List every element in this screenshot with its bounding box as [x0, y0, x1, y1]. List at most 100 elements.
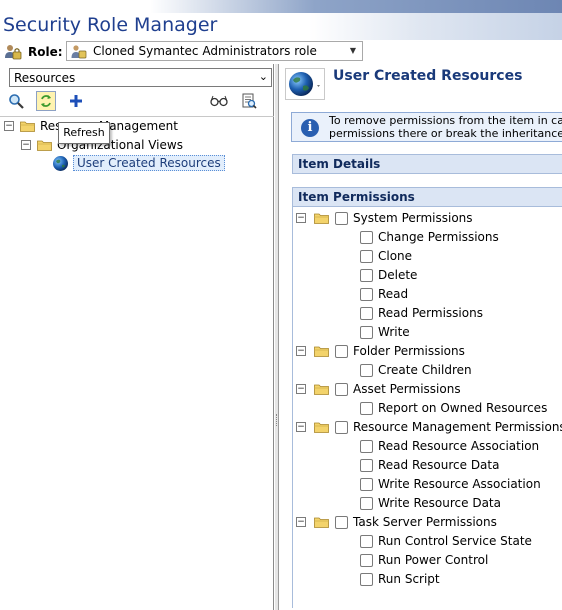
- app-title: Security Role Manager: [3, 14, 218, 36]
- globe-icon: [289, 72, 320, 96]
- permission-group-label: System Permissions: [353, 211, 473, 225]
- collapse-icon[interactable]: −: [296, 213, 306, 223]
- permission-item[interactable]: Change Permissions: [360, 228, 499, 246]
- permission-item[interactable]: Read: [360, 285, 408, 303]
- right-panel: User Created Resources i To remove permi…: [280, 64, 562, 610]
- folder-icon: [314, 384, 329, 395]
- permission-label: Report on Owned Resources: [378, 401, 548, 415]
- permission-group-checkbox[interactable]: [335, 420, 348, 434]
- info-icon: i: [301, 119, 319, 137]
- add-button[interactable]: [66, 91, 86, 111]
- permission-checkbox[interactable]: [360, 363, 373, 377]
- permission-group-checkbox[interactable]: [335, 515, 348, 529]
- chevron-down-icon[interactable]: ⌄: [259, 70, 268, 83]
- permission-group[interactable]: − Folder Permissions: [296, 342, 465, 360]
- tree-node-label: User Created Resources: [73, 155, 225, 171]
- permission-checkbox[interactable]: [360, 477, 373, 491]
- collapse-icon[interactable]: −: [4, 121, 14, 131]
- permission-label: Change Permissions: [378, 230, 499, 244]
- permission-group-checkbox[interactable]: [335, 382, 348, 396]
- page-title: User Created Resources: [333, 68, 523, 84]
- permission-checkbox[interactable]: [360, 439, 373, 453]
- permission-group-label: Folder Permissions: [353, 344, 465, 358]
- permission-group-checkbox[interactable]: [335, 344, 348, 358]
- permission-item[interactable]: Read Resource Data: [360, 456, 499, 474]
- tree-node-user-created-resources[interactable]: User Created Resources: [52, 154, 225, 172]
- permission-label: Create Children: [378, 363, 472, 377]
- item-permissions-header[interactable]: Item Permissions: [292, 187, 562, 207]
- chevron-down-icon[interactable]: ▼: [346, 44, 360, 58]
- permission-label: Run Script: [378, 572, 440, 586]
- role-users-icon: [71, 45, 87, 59]
- permission-checkbox[interactable]: [360, 572, 373, 586]
- collapse-icon[interactable]: −: [296, 384, 306, 394]
- users-icon: [5, 45, 22, 60]
- info-line-1: To remove permissions from the item in c…: [329, 114, 562, 127]
- permission-checkbox[interactable]: [360, 306, 373, 320]
- item-menu-button[interactable]: [285, 68, 325, 100]
- permission-label: Read Resource Data: [378, 458, 500, 472]
- info-text: To remove permissions from the item in c…: [329, 114, 562, 140]
- folder-icon: [314, 346, 329, 357]
- permission-item[interactable]: Clone: [360, 247, 412, 265]
- permission-group[interactable]: − Asset Permissions: [296, 380, 461, 398]
- left-panel: Resources ⌄ − Management − Organizationa…: [0, 64, 274, 610]
- role-select[interactable]: Cloned Symantec Administrators role ▼: [66, 41, 363, 61]
- splitter-grip[interactable]: [276, 414, 278, 426]
- refresh-icon: [41, 95, 51, 107]
- permission-label: Read Resource Association: [378, 439, 540, 453]
- permission-checkbox[interactable]: [360, 496, 373, 510]
- collapse-icon[interactable]: −: [296, 517, 306, 527]
- search-button[interactable]: [6, 91, 26, 111]
- permission-checkbox[interactable]: [360, 268, 373, 282]
- permission-label: Write Resource Association: [378, 477, 541, 491]
- permission-item[interactable]: Create Children: [360, 361, 472, 379]
- resource-type-value: Resources: [14, 71, 76, 85]
- collapse-icon[interactable]: −: [296, 346, 306, 356]
- permission-label: Write Resource Data: [378, 496, 501, 510]
- permission-label: Read: [378, 287, 409, 301]
- permission-item[interactable]: Read Resource Association: [360, 437, 539, 455]
- permission-group[interactable]: − Resource Management Permissions: [296, 418, 562, 436]
- permission-checkbox[interactable]: [360, 325, 373, 339]
- permission-item[interactable]: Write Resource Association: [360, 475, 541, 493]
- role-select-value: Cloned Symantec Administrators role: [93, 44, 317, 58]
- permission-checkbox[interactable]: [360, 458, 373, 472]
- role-label: Role:: [28, 45, 63, 59]
- refresh-button[interactable]: [36, 91, 56, 111]
- refresh-tooltip: Refresh: [58, 122, 110, 144]
- permission-group-label: Resource Management Permissions: [353, 420, 562, 434]
- permission-group-checkbox[interactable]: [335, 211, 348, 225]
- permission-item[interactable]: Run Control Service State: [360, 532, 532, 550]
- permission-item[interactable]: Delete: [360, 266, 417, 284]
- permission-item[interactable]: Write Resource Data: [360, 494, 501, 512]
- permission-item[interactable]: Read Permissions: [360, 304, 483, 322]
- item-details-header[interactable]: Item Details: [292, 154, 562, 174]
- permission-item[interactable]: Run Script: [360, 570, 440, 588]
- left-toolbar: [3, 90, 274, 112]
- permission-checkbox[interactable]: [360, 401, 373, 415]
- report-button[interactable]: [239, 91, 259, 111]
- permission-item[interactable]: Report on Owned Resources: [360, 399, 547, 417]
- permission-checkbox[interactable]: [360, 249, 373, 263]
- permission-group[interactable]: − System Permissions: [296, 209, 473, 227]
- permission-group[interactable]: − Task Server Permissions: [296, 513, 497, 531]
- view-button[interactable]: [209, 91, 229, 111]
- folder-icon: [37, 140, 52, 151]
- permissions-border: [292, 207, 293, 608]
- permission-checkbox[interactable]: [360, 553, 373, 567]
- permission-checkbox[interactable]: [360, 534, 373, 548]
- permission-checkbox[interactable]: [360, 230, 373, 244]
- folder-icon: [314, 517, 329, 528]
- resource-type-select[interactable]: Resources ⌄: [9, 68, 272, 87]
- collapse-icon[interactable]: −: [296, 422, 306, 432]
- panel-splitter[interactable]: [275, 64, 279, 610]
- collapse-icon[interactable]: −: [21, 140, 31, 150]
- permission-item[interactable]: Run Power Control: [360, 551, 488, 569]
- folder-icon: [314, 422, 329, 433]
- permission-item[interactable]: Write: [360, 323, 410, 341]
- permission-checkbox[interactable]: [360, 287, 373, 301]
- permission-label: Read Permissions: [378, 306, 483, 320]
- info-message: i To remove permissions from the item in…: [291, 112, 562, 142]
- permission-label: Run Control Service State: [378, 534, 532, 548]
